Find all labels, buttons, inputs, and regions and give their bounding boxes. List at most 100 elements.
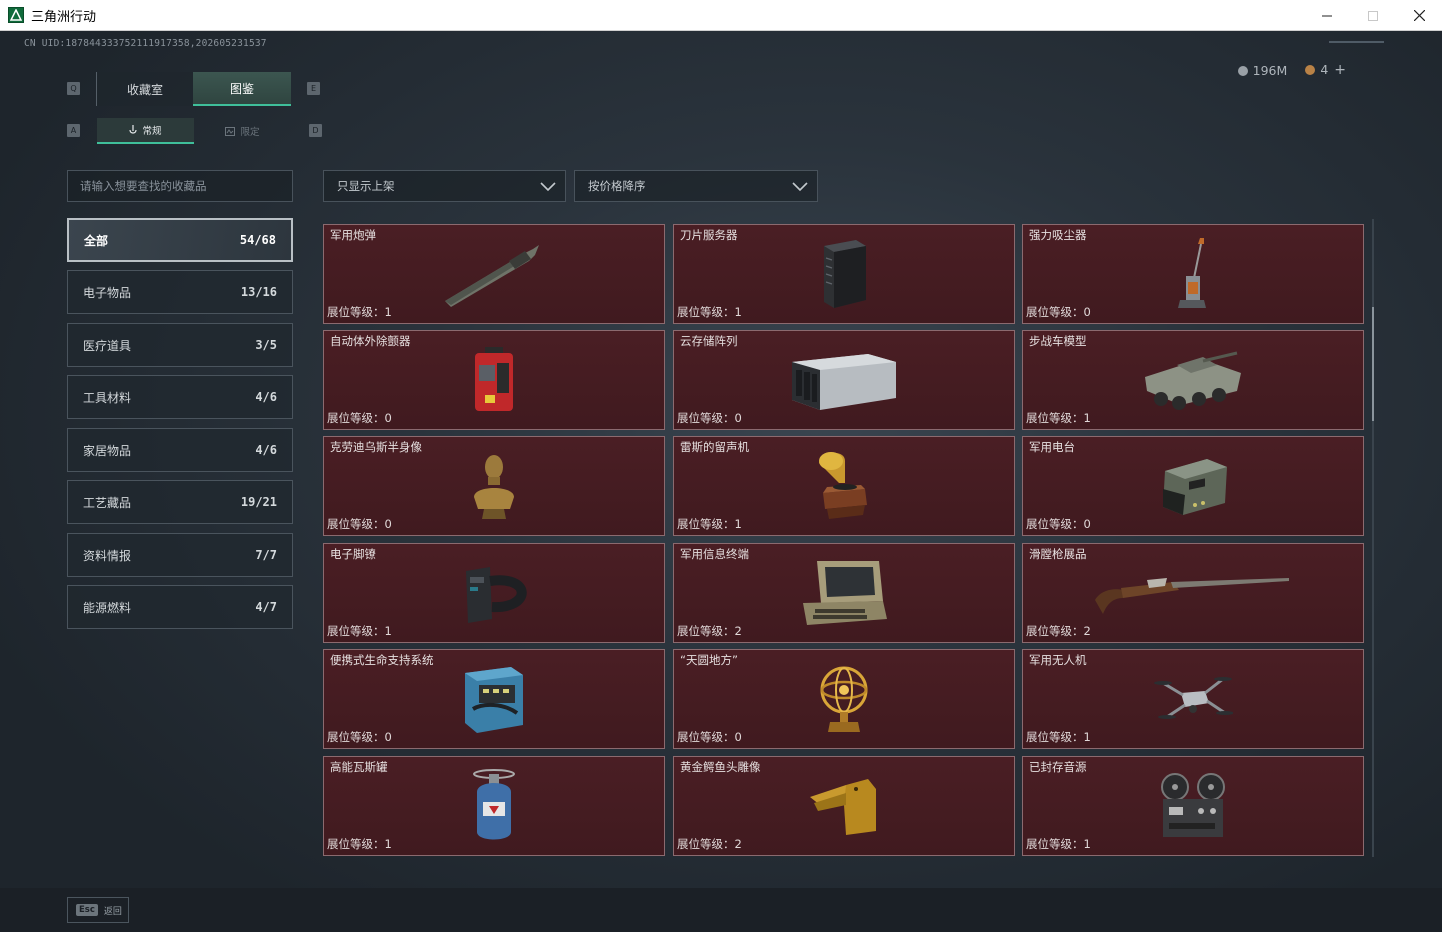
item-card[interactable]: 高能瓦斯罐 展位等级：1	[323, 756, 665, 856]
maximize-button[interactable]	[1350, 0, 1396, 31]
item-name: 便携式生命支持系统	[330, 653, 434, 667]
bust-statue-icon	[474, 455, 514, 519]
bronze-currency[interactable]: 4 +	[1305, 62, 1346, 78]
item-card[interactable]: 滑膛枪展品 展位等级：2	[1022, 543, 1364, 643]
drone-icon	[1154, 677, 1233, 719]
subtab-regular[interactable]: 常规	[97, 118, 194, 144]
category-count: 3/5	[255, 338, 277, 352]
item-level: 展位等级：1	[327, 837, 392, 851]
item-card[interactable]: 已封存音源 展位等级：1	[1022, 756, 1364, 856]
armillary-sphere-icon	[820, 666, 868, 732]
item-name: 军用电台	[1029, 440, 1075, 454]
item-card[interactable]: “天圆地方” 展位等级：0	[673, 649, 1015, 749]
category-label: 能源燃料	[83, 600, 132, 615]
tab-collection-room[interactable]: 收藏室	[96, 72, 193, 106]
category-label: 全部	[84, 233, 109, 248]
category-tools[interactable]: 工具材料 4/6	[67, 375, 293, 419]
category-label: 家居物品	[83, 443, 132, 458]
item-card[interactable]: 军用无人机 展位等级：1	[1022, 649, 1364, 749]
category-count: 13/16	[240, 285, 277, 299]
item-card[interactable]: 军用炮弹 展位等级：1	[323, 224, 665, 324]
item-card[interactable]: 雷斯的留声机 展位等级：1	[673, 436, 1015, 536]
category-count: 54/68	[239, 233, 276, 247]
top-divider	[1329, 41, 1384, 43]
maximize-icon	[1368, 10, 1378, 21]
category-all[interactable]: 全部 54/68	[67, 218, 293, 262]
item-name: “天圆地方”	[680, 653, 738, 667]
item-level: 展位等级：1	[677, 517, 742, 531]
item-level: 展位等级：1	[1026, 730, 1091, 744]
item-name: 强力吸尘器	[1029, 228, 1087, 242]
tab-prev-key: Q	[67, 82, 80, 95]
category-label: 资料情报	[83, 548, 132, 563]
close-button[interactable]	[1396, 0, 1442, 31]
defibrillator-icon	[475, 347, 513, 411]
subtab-limited[interactable]: 限定	[194, 118, 291, 144]
sort-dropdown[interactable]: 按价格降序	[574, 170, 818, 202]
regular-icon	[129, 125, 138, 134]
item-card[interactable]: 云存储阵列 展位等级：0	[673, 330, 1015, 430]
tab-next-key: E	[307, 82, 320, 95]
category-energy[interactable]: 能源燃料 4/7	[67, 585, 293, 629]
uid-text: CN UID:187844333752111917358,20260523153…	[24, 38, 267, 49]
gas-canister-icon	[473, 769, 515, 840]
category-intel[interactable]: 资料情报 7/7	[67, 533, 293, 577]
item-level: 展位等级：1	[1026, 837, 1091, 851]
esc-key-icon: Esc	[76, 904, 98, 916]
footer-bar	[0, 888, 1442, 932]
item-name: 步战车模型	[1029, 334, 1087, 348]
item-card[interactable]: 自动体外除颤器 展位等级：0	[323, 330, 665, 430]
item-card[interactable]: 军用电台 展位等级：0	[1022, 436, 1364, 536]
scrollbar-thumb[interactable]	[1372, 307, 1374, 421]
subtab-prev-key: A	[67, 124, 80, 137]
app-logo-icon	[8, 7, 24, 23]
item-name: 军用信息终端	[680, 547, 749, 561]
back-button[interactable]: Esc 返回	[67, 897, 129, 923]
military-radio-icon	[1163, 459, 1227, 515]
status-filter-value: 只显示上架	[337, 179, 395, 193]
add-currency-icon[interactable]: +	[1334, 62, 1346, 78]
game-area: CN UID:187844333752111917358,20260523153…	[0, 31, 1442, 932]
item-name: 军用无人机	[1029, 653, 1087, 667]
category-crafts[interactable]: 工艺藏品 19/21	[67, 480, 293, 524]
item-name: 已封存音源	[1029, 760, 1087, 774]
item-level: 展位等级：0	[1026, 517, 1091, 531]
item-card[interactable]: 黄金鳄鱼头雕像 展位等级：2	[673, 756, 1015, 856]
vacuum-cleaner-icon	[1178, 238, 1206, 308]
tab-catalog[interactable]: 图鉴	[193, 72, 291, 106]
close-icon	[1413, 10, 1425, 21]
category-count: 4/7	[255, 600, 277, 614]
item-level: 展位等级：2	[1026, 624, 1091, 638]
item-card[interactable]: 步战车模型 展位等级：1	[1022, 330, 1364, 430]
blade-server-icon	[824, 240, 866, 308]
item-level: 展位等级：0	[677, 730, 742, 744]
chevron-down-icon	[792, 182, 808, 192]
item-name: 自动体外除颤器	[330, 334, 411, 348]
item-card[interactable]: 刀片服务器 展位等级：1	[673, 224, 1015, 324]
category-label: 工艺藏品	[83, 495, 132, 510]
search-input[interactable]: 请输入想要查找的收藏品	[67, 170, 293, 202]
item-level: 展位等级：1	[1026, 411, 1091, 425]
category-label: 工具材料	[83, 390, 132, 405]
bronze-coin-icon	[1305, 65, 1316, 75]
window-title: 三角洲行动	[31, 9, 97, 25]
silver-coin-icon	[1237, 65, 1248, 76]
item-card[interactable]: 军用信息终端 展位等级：2	[673, 543, 1015, 643]
category-electronics[interactable]: 电子物品 13/16	[67, 270, 293, 314]
status-filter-dropdown[interactable]: 只显示上架	[323, 170, 566, 202]
category-label: 电子物品	[83, 285, 132, 300]
subtab-next-key: D	[309, 124, 322, 137]
limited-icon	[225, 126, 236, 136]
category-medical[interactable]: 医疗道具 3/5	[67, 323, 293, 367]
category-household[interactable]: 家居物品 4/6	[67, 428, 293, 472]
item-card[interactable]: 便携式生命支持系统 展位等级：0	[323, 649, 665, 749]
item-card[interactable]: 电子脚镣 展位等级：1	[323, 543, 665, 643]
category-count: 4/6	[255, 390, 277, 404]
item-card[interactable]: 克劳迪乌斯半身像 展位等级：0	[323, 436, 665, 536]
category-label: 医疗道具	[83, 338, 132, 353]
reel-recorder-icon	[1161, 773, 1225, 837]
minimize-button[interactable]	[1304, 0, 1350, 31]
item-name: 雷斯的留声机	[680, 440, 749, 454]
item-card[interactable]: 强力吸尘器 展位等级：0	[1022, 224, 1364, 324]
item-name: 滑膛枪展品	[1029, 547, 1087, 561]
